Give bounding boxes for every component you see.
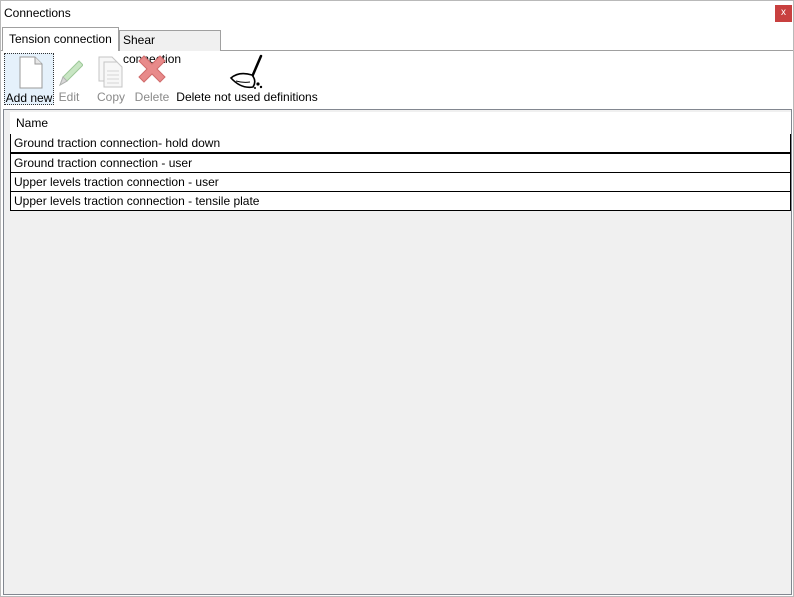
- pencil-icon: [55, 53, 84, 89]
- edit-label: Edit: [58, 90, 80, 104]
- close-button[interactable]: x: [775, 5, 792, 22]
- tab-tension-connection[interactable]: Tension connection: [2, 27, 119, 51]
- tab-strip: Tension connection Shear connection: [1, 27, 793, 66]
- row-name: Upper levels traction connection - tensi…: [14, 194, 260, 208]
- row-name: Ground traction connection - user: [14, 156, 193, 170]
- table-row[interactable]: Ground traction connection - user: [10, 153, 791, 173]
- toolbar: Add new Edit Copy Delete Delete not used…: [1, 51, 793, 109]
- copy-label: Copy: [96, 90, 125, 104]
- table-row[interactable]: Upper levels traction connection - tensi…: [10, 191, 791, 211]
- add-new-label: Add new: [5, 91, 53, 105]
- delete-label: Delete: [134, 90, 170, 104]
- add-new-button[interactable]: Add new: [4, 53, 54, 105]
- grid-header: Name: [10, 112, 791, 135]
- connections-grid: Name Ground traction connection- hold do…: [3, 109, 792, 595]
- copy-documents-icon: [94, 53, 128, 89]
- table-row[interactable]: Upper levels traction connection - user: [10, 172, 791, 192]
- edit-button[interactable]: Edit: [55, 53, 84, 105]
- red-x-icon: [133, 53, 171, 89]
- name-column-header[interactable]: Name: [16, 116, 48, 130]
- table-row[interactable]: Ground traction connection- hold down: [10, 134, 791, 153]
- copy-button[interactable]: Copy: [94, 53, 128, 105]
- delete-button[interactable]: Delete: [133, 53, 171, 105]
- window-title: Connections: [4, 6, 71, 20]
- title-bar: Connections x: [1, 1, 793, 25]
- connections-window: Connections x Tension connection Shear c…: [0, 0, 794, 597]
- row-name: Upper levels traction connection - user: [14, 175, 219, 189]
- delete-not-used-button[interactable]: Delete not used definitions: [173, 53, 321, 105]
- blank-document-icon: [5, 54, 53, 90]
- row-name: Ground traction connection- hold down: [14, 136, 221, 150]
- tab-shear-connection[interactable]: Shear connection: [119, 30, 221, 66]
- broom-icon: [173, 53, 321, 89]
- delete-not-used-label: Delete not used definitions: [176, 90, 318, 104]
